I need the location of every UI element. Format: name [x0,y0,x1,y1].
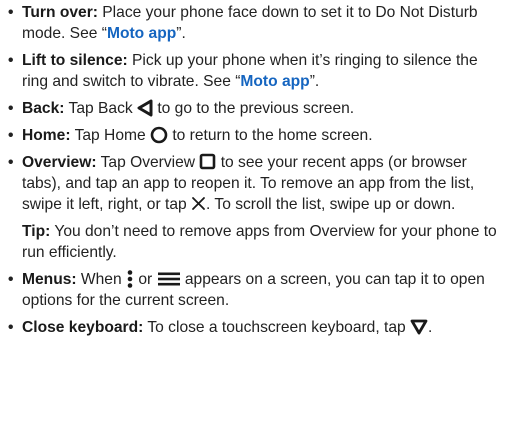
list-item-menus: • Menus: When or appears on a screen, yo… [8,269,498,311]
term-label: Back: [22,100,65,117]
term-label: Close keyboard: [22,319,144,336]
home-circle-icon [150,126,168,144]
moto-app-link[interactable]: Moto app [107,25,176,42]
item-text: . [428,319,433,336]
item-text: When [76,271,126,288]
item-text: ”. [176,25,186,42]
bullet: • [8,4,14,21]
vertical-dots-menu-icon [126,269,134,289]
item-text: Tap Overview [96,154,200,171]
keyboard-down-triangle-icon [410,319,428,335]
term-label: Overview: [22,154,97,171]
term-label: Menus: [22,271,77,288]
close-x-icon [191,196,206,211]
item-text: ”. [309,73,320,90]
overview-square-icon [199,153,216,170]
bullet: • [8,52,14,69]
term-label: Turn over: [22,4,98,21]
list-item-home: • Home: Tap Home to return to the home s… [8,125,498,146]
tip-label: Tip: [22,223,51,240]
item-text: to go to the previous screen. [153,100,355,117]
item-text: To close a touchscreen keyboard, tap [143,319,411,336]
page: • Turn over: Place your phone face down … [0,0,506,440]
item-text: to return to the home screen. [167,127,373,144]
bullet: • [8,154,14,171]
list-item-lift-to-silence: • Lift to silence: Pick up your phone wh… [8,50,498,92]
term-label: Home: [22,127,71,144]
tip-note: Tip: You don’t need to remove apps from … [8,221,498,263]
bullet: • [8,319,14,336]
item-text: Tap Home [70,127,150,144]
tip-text: You don’t need to remove apps from Overv… [22,223,497,261]
bullet: • [8,127,14,144]
item-text: Tap Back [64,100,138,117]
item-text: or [133,271,157,288]
list-item-turn-over: • Turn over: Place your phone face down … [8,2,498,44]
list-item-back: • Back: Tap Back to go to the previous s… [8,98,498,119]
bullet: • [8,100,14,117]
list-item-close-keyboard: • Close keyboard: To close a touchscreen… [8,317,498,338]
moto-app-link[interactable]: Moto app [240,73,309,90]
hamburger-menu-icon [157,271,181,287]
term-label: Lift to silence: [22,52,128,69]
item-text: . To scroll the list, swipe up or down. [206,196,456,213]
back-triangle-icon [137,99,153,117]
list-item-overview: • Overview: Tap Overview to see your rec… [8,152,498,215]
bullet: • [8,271,14,288]
